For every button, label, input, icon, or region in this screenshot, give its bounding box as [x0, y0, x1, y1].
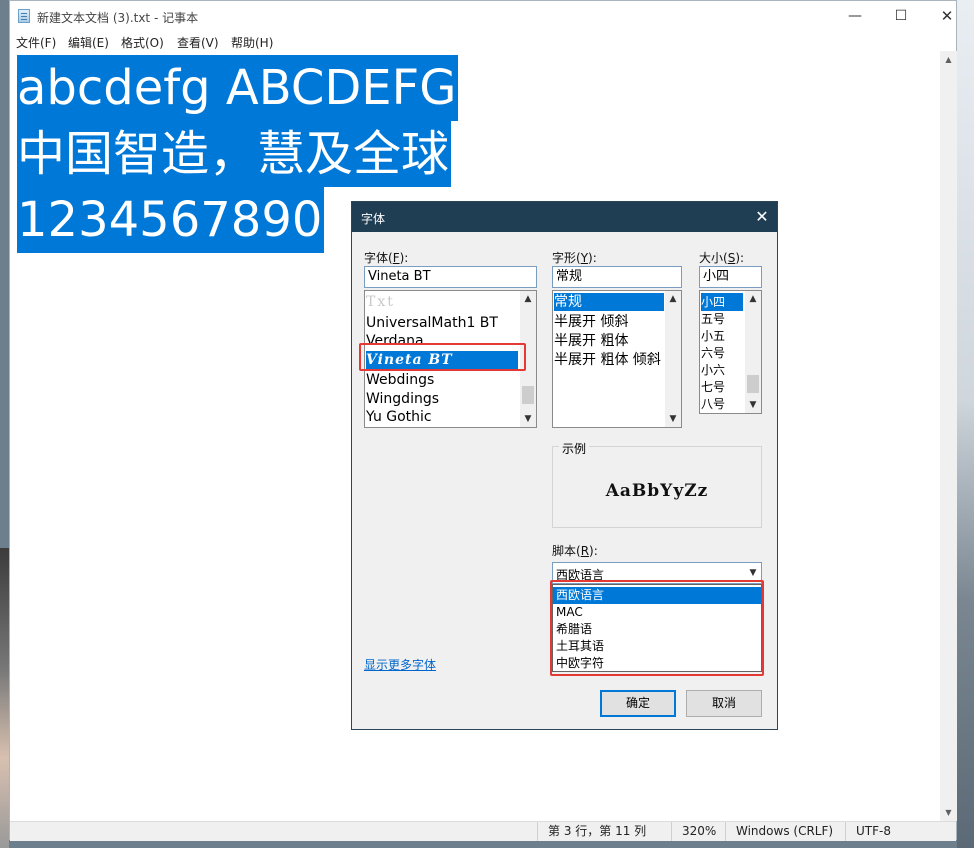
- menu-edit[interactable]: 编辑(E): [68, 34, 109, 51]
- minimize-button[interactable]: —: [832, 1, 878, 31]
- show-more-fonts-link[interactable]: 显示更多字体: [364, 656, 436, 673]
- line-ending: Windows (CRLF): [725, 822, 845, 841]
- font-size-input[interactable]: 小四: [699, 266, 762, 288]
- style-label: 字形(Y):: [552, 251, 597, 265]
- font-list-item[interactable]: Txt: [366, 293, 518, 311]
- font-list-item[interactable]: Wingdings: [366, 390, 518, 408]
- scroll-thumb[interactable]: [747, 375, 759, 393]
- script-label: 脚本(R):: [552, 544, 598, 558]
- size-list-scrollbar[interactable]: ▲ ▼: [745, 291, 761, 413]
- style-list[interactable]: 常规 半展开 倾斜 半展开 粗体 半展开 粗体 倾斜 ▲ ▼: [552, 290, 682, 428]
- font-label: 字体(F):: [364, 251, 409, 265]
- desktop-background-left: [0, 548, 9, 848]
- size-label: 大小(S):: [699, 251, 745, 265]
- desktop-background: [957, 0, 974, 848]
- font-list-item[interactable]: Yu Gothic: [366, 408, 518, 426]
- font-list-item[interactable]: UniversalMath1 BT: [366, 314, 518, 332]
- style-list-item[interactable]: 半展开 粗体: [554, 332, 664, 350]
- annotation-highlight-font: [359, 343, 526, 371]
- menu-help[interactable]: 帮助(H): [231, 34, 273, 51]
- scroll-down-icon[interactable]: ▼: [940, 804, 957, 821]
- font-dialog: 字体 ✕ 字体(F): 字形(Y): 大小(S): Vineta BT 常规 小…: [351, 201, 778, 730]
- style-list-item[interactable]: 半展开 倾斜: [554, 313, 664, 331]
- editor-line[interactable]: 中国智造，慧及全球: [17, 121, 452, 187]
- status-bar: 第 3 行，第 11 列 320% Windows (CRLF) UTF-8: [10, 821, 956, 841]
- size-list-item[interactable]: 八号: [701, 395, 743, 413]
- menu-bar: 文件(F) 编辑(E) 格式(O) 查看(V) 帮助(H): [10, 31, 956, 51]
- window-title: 新建文本文档 (3).txt - 记事本: [37, 11, 199, 25]
- editor-line[interactable]: abcdefg ABCDEFG: [17, 55, 459, 121]
- font-style-input[interactable]: 常规: [552, 266, 682, 288]
- menu-format[interactable]: 格式(O): [121, 34, 164, 51]
- cancel-button[interactable]: 取消: [686, 690, 762, 717]
- size-list[interactable]: 小四 五号 小五 六号 小六 七号 八号 ▲ ▼: [699, 290, 762, 414]
- annotation-highlight-script: [550, 580, 764, 676]
- cursor-position: 第 3 行，第 11 列: [537, 822, 671, 841]
- scroll-thumb[interactable]: [522, 386, 534, 404]
- size-list-item[interactable]: 五号: [701, 310, 743, 328]
- sample-text: AaBbYyZz: [605, 481, 709, 501]
- style-list-item-selected[interactable]: 常规: [554, 293, 664, 311]
- size-list-item[interactable]: 七号: [701, 378, 743, 396]
- sample-preview: AaBbYyZz: [552, 446, 762, 528]
- size-list-item[interactable]: 小五: [701, 327, 743, 345]
- chevron-down-icon[interactable]: ▼: [665, 411, 681, 427]
- scroll-up-icon[interactable]: ▲: [940, 51, 957, 68]
- size-list-item[interactable]: 六号: [701, 344, 743, 362]
- editor-line[interactable]: 1234567890: [17, 187, 325, 253]
- menu-file[interactable]: 文件(F): [16, 34, 56, 51]
- size-list-item[interactable]: 小六: [701, 361, 743, 379]
- chevron-up-icon[interactable]: ▲: [665, 291, 681, 307]
- font-list-item[interactable]: Webdings: [366, 371, 518, 389]
- title-bar: 新建文本文档 (3).txt - 记事本 — ☐ ✕: [10, 1, 956, 31]
- encoding: UTF-8: [845, 822, 956, 841]
- style-list-item[interactable]: 半展开 粗体 倾斜: [554, 351, 666, 369]
- chevron-down-icon[interactable]: ▼: [745, 397, 761, 413]
- notepad-icon: [18, 9, 30, 23]
- dialog-title: 字体: [361, 212, 386, 226]
- sample-label: 示例: [559, 440, 590, 457]
- maximize-button[interactable]: ☐: [878, 1, 924, 31]
- close-button[interactable]: ✕: [924, 1, 970, 31]
- chevron-up-icon[interactable]: ▲: [745, 291, 761, 307]
- zoom-level: 320%: [671, 822, 725, 841]
- style-list-scrollbar[interactable]: ▲ ▼: [665, 291, 681, 427]
- ok-button[interactable]: 确定: [600, 690, 676, 717]
- editor-scrollbar[interactable]: ▲ ▼: [940, 51, 957, 821]
- chevron-up-icon[interactable]: ▲: [520, 291, 536, 307]
- font-name-input[interactable]: Vineta BT: [364, 266, 537, 288]
- menu-view[interactable]: 查看(V): [177, 34, 219, 51]
- size-list-item-selected[interactable]: 小四: [701, 293, 743, 311]
- dialog-title-bar: 字体 ✕: [352, 202, 777, 232]
- dialog-close-button[interactable]: ✕: [747, 202, 777, 232]
- chevron-down-icon[interactable]: ▼: [520, 411, 536, 427]
